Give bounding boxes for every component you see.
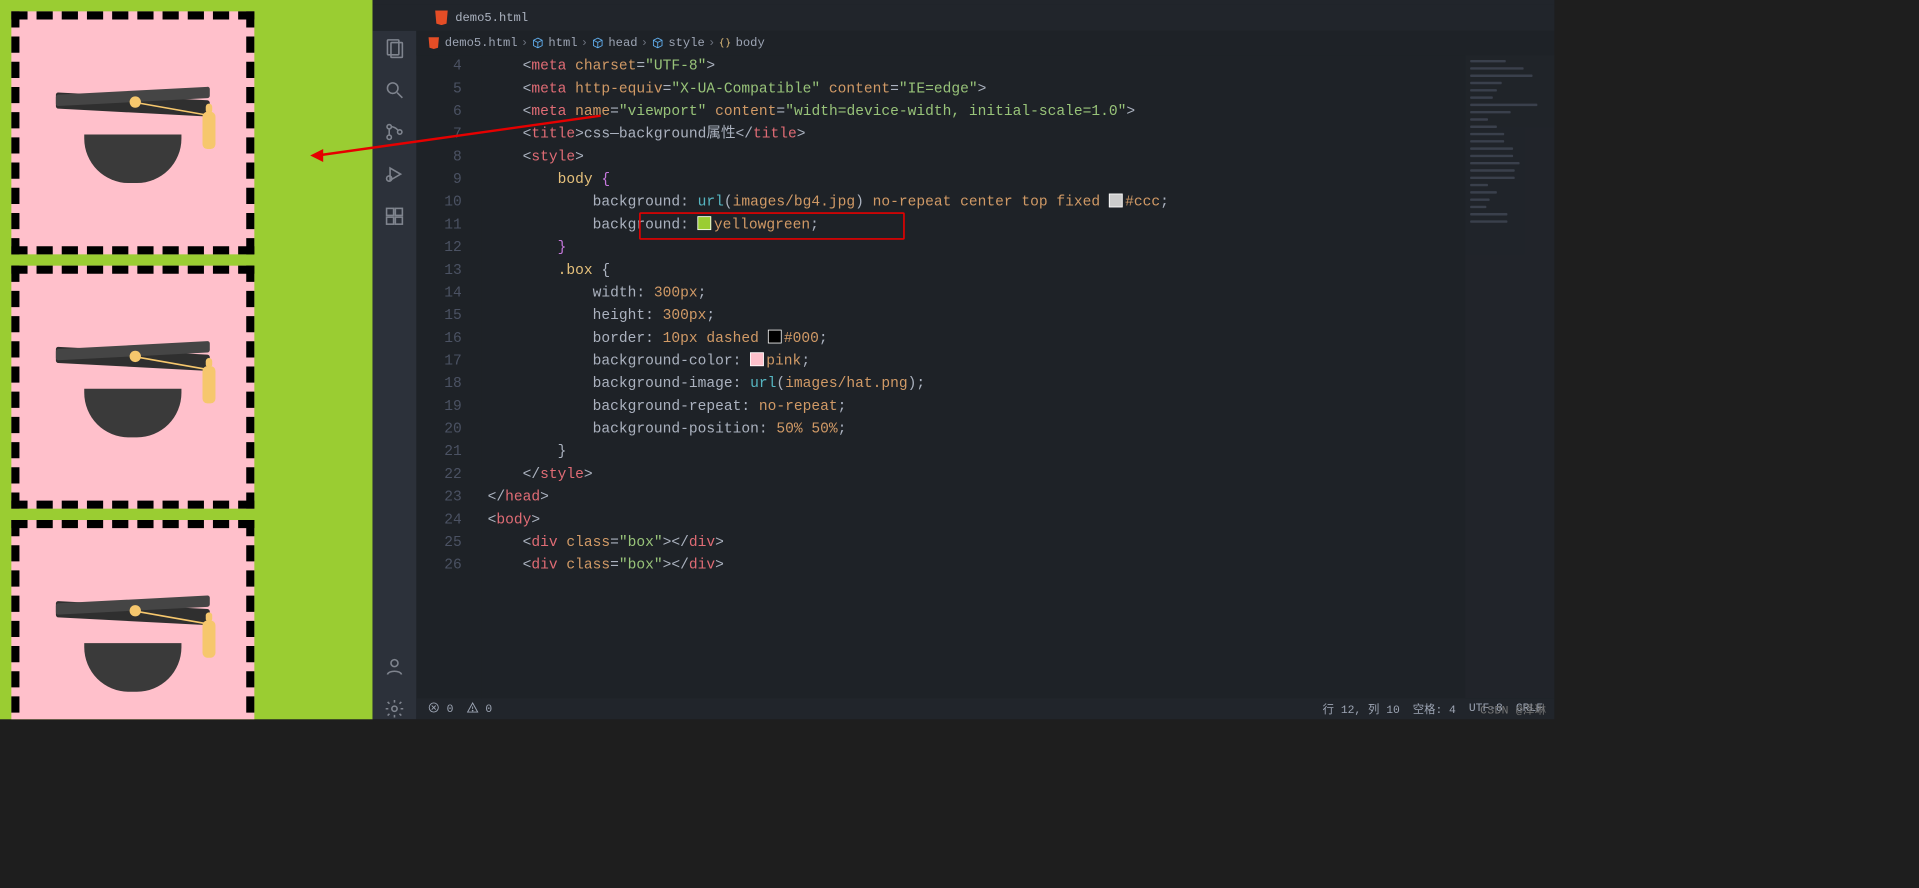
breadcrumb-item[interactable]: demo5.html bbox=[445, 36, 518, 50]
breadcrumb-item[interactable]: style bbox=[668, 36, 704, 50]
settings-gear-icon[interactable] bbox=[384, 698, 405, 719]
code-line-5[interactable]: <meta http-equiv="X-UA-Compatible" conte… bbox=[481, 78, 1554, 101]
code-line-11[interactable]: background: yellowgreen; bbox=[481, 214, 1554, 237]
hat-image-1 bbox=[52, 68, 214, 198]
code-line-18[interactable]: background-image: url(images/hat.png); bbox=[481, 373, 1554, 396]
code-line-25[interactable]: <div class="box"></div> bbox=[481, 531, 1554, 554]
cube-icon bbox=[651, 36, 664, 49]
code-line-7[interactable]: <title>css—background属性</title> bbox=[481, 123, 1554, 146]
breadcrumb-item[interactable]: html bbox=[548, 36, 577, 50]
accounts-icon[interactable] bbox=[384, 656, 405, 677]
code-line-6[interactable]: <meta name="viewport" content="width=dev… bbox=[481, 100, 1554, 123]
activity-bar bbox=[373, 31, 417, 720]
code-line-16[interactable]: border: 10px dashed #000; bbox=[481, 327, 1554, 350]
vscode-editor: demo5.html demo5.html › html bbox=[373, 0, 1555, 719]
run-debug-icon[interactable] bbox=[384, 164, 405, 185]
browser-preview bbox=[0, 0, 373, 719]
preview-box-2 bbox=[11, 266, 254, 509]
tab-filename[interactable]: demo5.html bbox=[455, 11, 528, 25]
code-line-15[interactable]: height: 300px; bbox=[481, 305, 1554, 328]
code-line-24[interactable]: <body> bbox=[481, 509, 1554, 532]
preview-box-1 bbox=[11, 11, 254, 254]
code-line-20[interactable]: background-position: 50% 50%; bbox=[481, 418, 1554, 441]
editor-tabs[interactable]: demo5.html bbox=[373, 5, 1555, 31]
status-spaces[interactable]: 空格: 4 bbox=[1413, 701, 1456, 717]
code-line-12[interactable]: } bbox=[481, 237, 1554, 260]
code-line-22[interactable]: </style> bbox=[481, 463, 1554, 486]
code-line-17[interactable]: background-color: pink; bbox=[481, 350, 1554, 373]
code-line-9[interactable]: body { bbox=[481, 168, 1554, 191]
code-line-8[interactable]: <style> bbox=[481, 146, 1554, 169]
code-line-10[interactable]: background: url(images/bg4.jpg) no-repea… bbox=[481, 191, 1554, 214]
status-warnings[interactable]: 0 bbox=[466, 701, 492, 716]
brace-icon bbox=[719, 36, 732, 49]
hat-image-2 bbox=[52, 322, 214, 452]
preview-box-3 bbox=[11, 520, 254, 719]
code-line-4[interactable]: <meta charset="UTF-8"> bbox=[481, 55, 1554, 78]
code-line-14[interactable]: width: 300px; bbox=[481, 282, 1554, 305]
breadcrumb-item[interactable]: body bbox=[736, 36, 765, 50]
code-line-26[interactable]: <div class="box"></div> bbox=[481, 554, 1554, 577]
status-bar: 0 0 行 12, 列 10 空格: 4 UTF-8 CRLF bbox=[416, 698, 1554, 719]
code-line-23[interactable]: </head> bbox=[481, 486, 1554, 509]
code-editor[interactable]: 4567891011121314151617181920212223242526… bbox=[416, 55, 1554, 698]
extensions-icon[interactable] bbox=[384, 206, 405, 227]
explorer-icon[interactable] bbox=[384, 37, 405, 58]
breadcrumb-item[interactable]: head bbox=[608, 36, 637, 50]
watermark: CSDN @泽琳 bbox=[1480, 701, 1546, 717]
code-line-13[interactable]: .box { bbox=[481, 259, 1554, 282]
html5-icon bbox=[428, 37, 440, 49]
code-line-19[interactable]: background-repeat: no-repeat; bbox=[481, 395, 1554, 418]
breadcrumb[interactable]: demo5.html › html › head › style › body bbox=[416, 31, 1554, 55]
minimap[interactable] bbox=[1465, 55, 1554, 698]
code-line-21[interactable]: } bbox=[481, 441, 1554, 464]
cube-icon bbox=[531, 36, 544, 49]
status-errors[interactable]: 0 bbox=[428, 701, 454, 716]
search-icon[interactable] bbox=[384, 79, 405, 100]
hat-image-3 bbox=[52, 577, 214, 707]
source-control-icon[interactable] bbox=[384, 122, 405, 143]
cube-icon bbox=[591, 36, 604, 49]
html5-icon bbox=[434, 11, 449, 26]
status-position[interactable]: 行 12, 列 10 bbox=[1323, 701, 1400, 717]
